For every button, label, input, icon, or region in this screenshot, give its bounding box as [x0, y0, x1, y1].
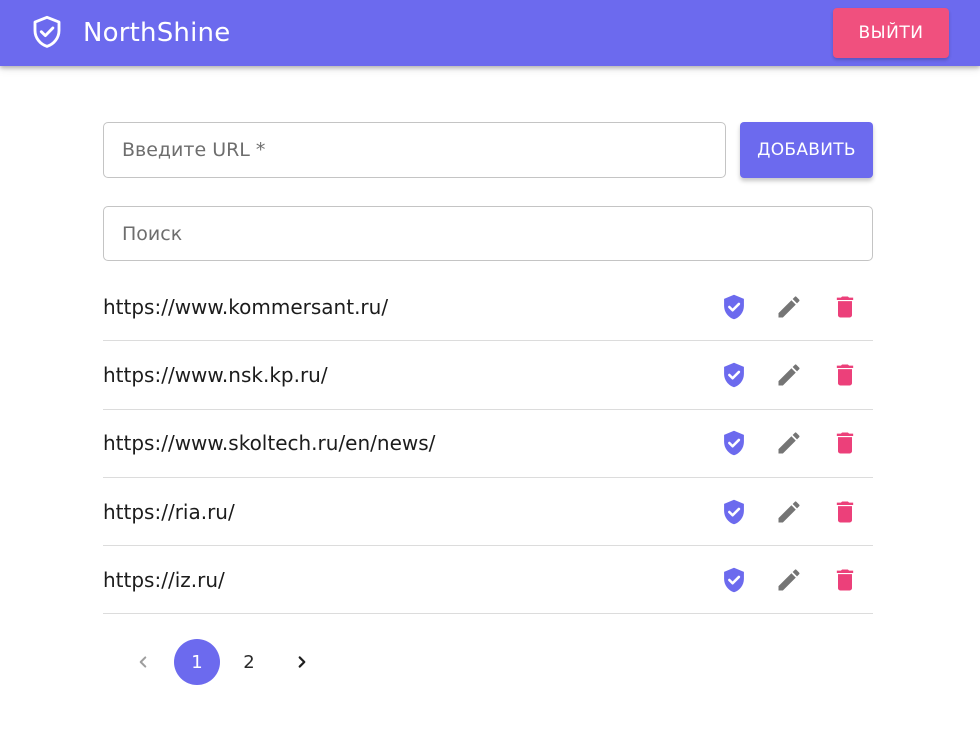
url-list: https://www.kommersant.ru/ https://www.n…: [103, 273, 873, 615]
url-text: https://www.skoltech.ru/en/news/: [103, 431, 436, 456]
shield-check-icon[interactable]: [714, 560, 754, 600]
pencil-icon[interactable]: [769, 355, 809, 395]
trash-icon[interactable]: [825, 355, 865, 395]
list-item: https://www.skoltech.ru/en/news/: [103, 410, 873, 478]
trash-icon[interactable]: [825, 492, 865, 532]
shield-check-icon[interactable]: [714, 423, 754, 463]
trash-icon[interactable]: [825, 560, 865, 600]
trash-icon[interactable]: [825, 287, 865, 327]
pencil-icon[interactable]: [769, 492, 809, 532]
logout-button[interactable]: ВЫЙТИ: [833, 8, 949, 58]
search-input[interactable]: [103, 206, 873, 261]
trash-icon[interactable]: [825, 423, 865, 463]
shield-check-icon[interactable]: [714, 492, 754, 532]
list-item: https://www.kommersant.ru/: [103, 273, 873, 342]
url-text: https://www.kommersant.ru/: [103, 294, 389, 319]
pencil-icon[interactable]: [769, 560, 809, 600]
list-item: https://ria.ru/: [103, 478, 873, 547]
chevron-right-icon[interactable]: [279, 639, 325, 685]
shield-check-icon: [29, 14, 65, 50]
list-item: https://www.nsk.kp.ru/: [103, 341, 873, 410]
app-name: NorthShine: [83, 18, 231, 48]
page-button-2[interactable]: 2: [226, 639, 272, 685]
url-text: https://iz.ru/: [103, 567, 225, 592]
url-input[interactable]: [103, 122, 726, 178]
shield-check-icon[interactable]: [714, 287, 754, 327]
pencil-icon[interactable]: [769, 423, 809, 463]
app-header: NorthShine ВЫЙТИ: [0, 0, 980, 66]
add-url-button[interactable]: ДОБАВИТЬ: [740, 122, 873, 178]
url-text: https://www.nsk.kp.ru/: [103, 362, 328, 387]
list-item: https://iz.ru/: [103, 546, 873, 615]
url-text: https://ria.ru/: [103, 499, 235, 524]
shield-check-icon[interactable]: [714, 355, 754, 395]
chevron-left-icon[interactable]: [120, 639, 166, 685]
pencil-icon[interactable]: [769, 287, 809, 327]
page-button-1[interactable]: 1: [174, 639, 220, 685]
